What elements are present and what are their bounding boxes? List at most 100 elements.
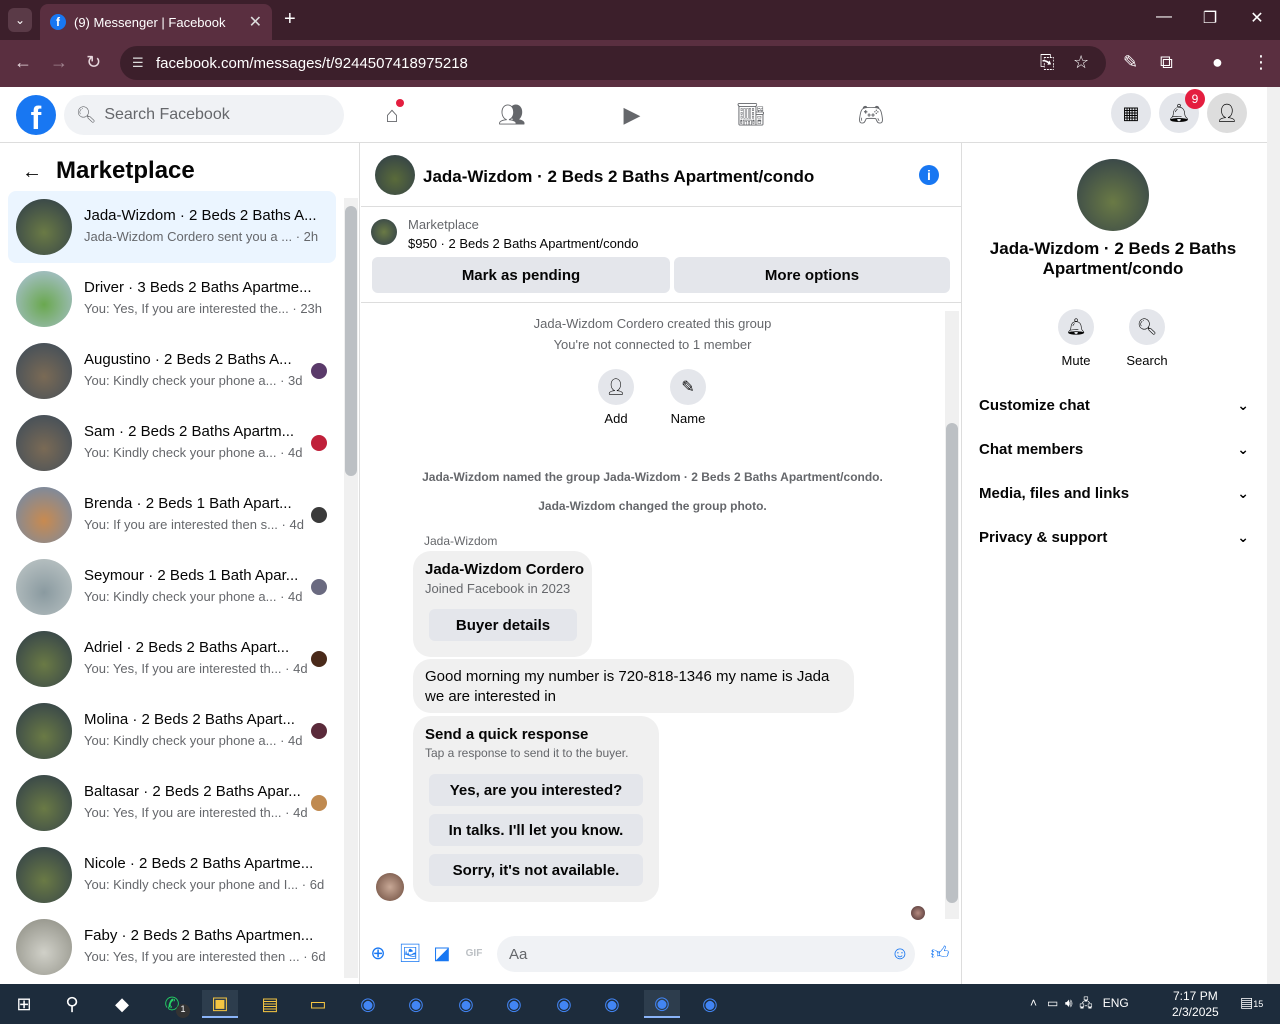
mute-button[interactable]: 🔔︎ Mute <box>1046 309 1106 368</box>
message-input[interactable]: Aa <box>497 936 915 972</box>
conversation-item[interactable]: Nicole · 2 Beds 2 Baths Apartme... You: K… <box>8 839 336 911</box>
volume-icon[interactable]: 🔊︎ <box>1065 996 1073 1010</box>
home-nav-icon[interactable]: ⌂ <box>372 97 412 133</box>
account-avatar[interactable]: 👤︎ <box>1207 93 1247 133</box>
chat-avatar[interactable] <box>375 155 415 195</box>
address-bar[interactable]: ☰ facebook.com/messages/t/92445074189752… <box>120 46 1106 80</box>
chrome-icon[interactable]: ◉ <box>398 990 434 1018</box>
info-icon[interactable]: i <box>919 165 939 185</box>
conversation-item[interactable]: Driver · 3 Beds 2 Baths Apartme... You: Y… <box>8 263 336 335</box>
file-explorer-icon[interactable]: ▭ <box>300 990 336 1018</box>
reload-button[interactable]: ↻ <box>86 52 101 73</box>
back-arrow-icon[interactable]: ← <box>22 161 42 184</box>
gif-icon[interactable]: GIF <box>462 941 486 965</box>
conversation-item[interactable]: Faby · 2 Beds 2 Baths Apartmen... You: Ye… <box>8 911 336 983</box>
conversation-item[interactable]: Jada-Wizdom · 2 Beds 2 Baths A... Jada-Wi… <box>8 191 336 263</box>
pen-icon[interactable]: ✎ <box>1123 52 1138 73</box>
chat-title[interactable]: Jada-Wizdom · 2 Beds 2 Baths Apartment/c… <box>423 167 814 187</box>
name-group-button[interactable]: ✎ Name <box>658 369 718 426</box>
bookmark-star-icon[interactable]: ☆ <box>1073 52 1089 73</box>
thumbs-up-icon[interactable]: 👍︎ <box>928 941 952 965</box>
browser-tab[interactable]: f (9) Messenger | Facebook ✕ <box>40 4 272 40</box>
search-chat-button[interactable]: 🔍︎ Search <box>1117 309 1177 368</box>
marketplace-nav-icon[interactable]: 🏬︎ <box>731 97 771 133</box>
meet-icon[interactable]: ▭ <box>1047 996 1058 1010</box>
chrome-icon[interactable]: ◉ <box>644 990 680 1018</box>
extensions-icon[interactable]: ⧉ <box>1160 52 1173 73</box>
profile-icon[interactable]: ● <box>1212 52 1223 73</box>
message-bubble[interactable]: Good morning my number is 720-818-1346 m… <box>413 659 854 713</box>
conversation-item[interactable]: Molina · 2 Beds 2 Baths Apart... You: Kin… <box>8 695 336 767</box>
site-info-icon[interactable]: ☰ <box>132 55 144 71</box>
restore-button[interactable]: ❐ <box>1198 8 1222 28</box>
windows-start-icon[interactable]: ⊞ <box>6 990 42 1018</box>
conversation-avatar <box>16 631 72 687</box>
buyer-details-button[interactable]: Buyer details <box>429 609 577 641</box>
conversation-item[interactable]: Brenda · 2 Beds 1 Bath Apart... You: If y… <box>8 479 336 551</box>
emoji-icon[interactable]: ☺ <box>888 941 912 965</box>
conversation-item[interactable]: Sam · 2 Beds 2 Baths Apartm... You: Kindl… <box>8 407 336 479</box>
conversation-avatar <box>16 487 72 543</box>
sidebar-scrollbar[interactable] <box>344 198 358 978</box>
back-button[interactable]: ← <box>14 52 32 73</box>
privacy-support-section[interactable]: Privacy & support ⌄ <box>979 515 1249 559</box>
search-input[interactable]: 🔍︎ Search Facebook <box>64 95 344 135</box>
search-taskbar-icon[interactable]: ⚲ <box>54 990 90 1018</box>
listing-price[interactable]: $950 · 2 Beds 2 Baths Apartment/condo <box>408 236 639 251</box>
chrome-icon[interactable]: ◉ <box>448 990 484 1018</box>
chevron-up-icon[interactable]: ˄ <box>1030 996 1037 1010</box>
network-icon[interactable]: 🖧︎ <box>1079 996 1092 1010</box>
conversation-item[interactable]: Baltasar · 2 Beds 2 Baths Apar... You: Ye… <box>8 767 336 839</box>
copilot-icon[interactable]: ◆ <box>104 990 140 1018</box>
install-app-icon[interactable]: ⎘ <box>1040 52 1054 73</box>
profile-name[interactable]: Jada-Wizdom Cordero <box>425 561 584 578</box>
menu-grid-icon[interactable]: ▦ <box>1111 93 1151 133</box>
conversation-item[interactable]: Augustino · 2 Beds 2 Baths A... You: Kind… <box>8 335 336 407</box>
chrome-icon[interactable]: ◉ <box>496 990 532 1018</box>
add-member-button[interactable]: 👤︎ Add <box>586 369 646 426</box>
minimize-button[interactable]: — <box>1152 8 1176 26</box>
listing-thumbnail[interactable] <box>371 219 397 245</box>
tab-search-button[interactable]: ⌄ <box>8 8 32 32</box>
chrome-icon[interactable]: ◉ <box>546 990 582 1018</box>
forward-button[interactable]: → <box>50 52 68 73</box>
mark-pending-button[interactable]: Mark as pending <box>372 257 670 293</box>
language-indicator[interactable]: ENG <box>1103 996 1129 1010</box>
sticker-icon[interactable]: ◪ <box>430 941 454 965</box>
quick-reply-not-available[interactable]: Sorry, it's not available. <box>429 854 643 886</box>
conversation-item[interactable]: Adriel · 2 Beds 2 Baths Apart... You: Yes… <box>8 623 336 695</box>
photo-icon[interactable]: 🖼︎ <box>398 941 422 965</box>
facebook-logo-icon[interactable]: f <box>16 95 56 136</box>
quick-reply-interested[interactable]: Yes, are you interested? <box>429 774 643 806</box>
new-tab-button[interactable]: + <box>284 8 296 31</box>
chrome-icon[interactable]: ◉ <box>692 990 728 1018</box>
search-icon: 🔍︎ <box>1129 309 1165 345</box>
browser-menu-icon[interactable]: ⋮ <box>1252 52 1270 73</box>
sender-avatar[interactable] <box>376 873 404 901</box>
sticky-notes-icon[interactable]: ▤ <box>252 990 288 1018</box>
customize-chat-section[interactable]: Customize chat ⌄ <box>979 383 1249 427</box>
close-window-button[interactable]: ✕ <box>1245 8 1269 28</box>
friends-nav-icon[interactable]: 👥︎ <box>492 97 532 133</box>
gaming-nav-icon[interactable]: 🎮︎ <box>851 97 891 133</box>
conversation-item[interactable]: Seymour · 2 Beds 1 Bath Apar... You: Kind… <box>8 551 336 623</box>
app-icon[interactable]: ▣ <box>202 990 238 1018</box>
chrome-icon[interactable]: ◉ <box>350 990 386 1018</box>
notification-center-icon[interactable]: ▤15 <box>1240 994 1263 1011</box>
chat-scrollbar[interactable] <box>945 311 959 919</box>
media-files-section[interactable]: Media, files and links ⌄ <box>979 471 1249 515</box>
whatsapp-icon[interactable]: ✆ 1 <box>154 990 190 1018</box>
chrome-icon[interactable]: ◉ <box>594 990 630 1018</box>
chat-info-panel: Jada-Wizdom · 2 Beds 2 Baths Apartment/c… <box>963 143 1267 984</box>
page-scrollbar[interactable] <box>1267 87 1280 984</box>
quick-reply-in-talks[interactable]: In talks. I'll let you know. <box>429 814 643 846</box>
message-text: Good morning my number is 720-818-1346 m… <box>425 668 830 705</box>
more-options-button[interactable]: More options <box>674 257 950 293</box>
seen-avatar <box>311 579 327 595</box>
close-tab-icon[interactable]: ✕ <box>249 12 262 32</box>
plus-circle-icon[interactable]: ⊕ <box>366 941 390 965</box>
group-photo[interactable] <box>1077 159 1149 231</box>
chat-members-section[interactable]: Chat members ⌄ <box>979 427 1249 471</box>
clock[interactable]: 7:17 PM 2/3/2025 <box>1172 988 1219 1020</box>
video-nav-icon[interactable]: ▶ <box>612 97 652 133</box>
